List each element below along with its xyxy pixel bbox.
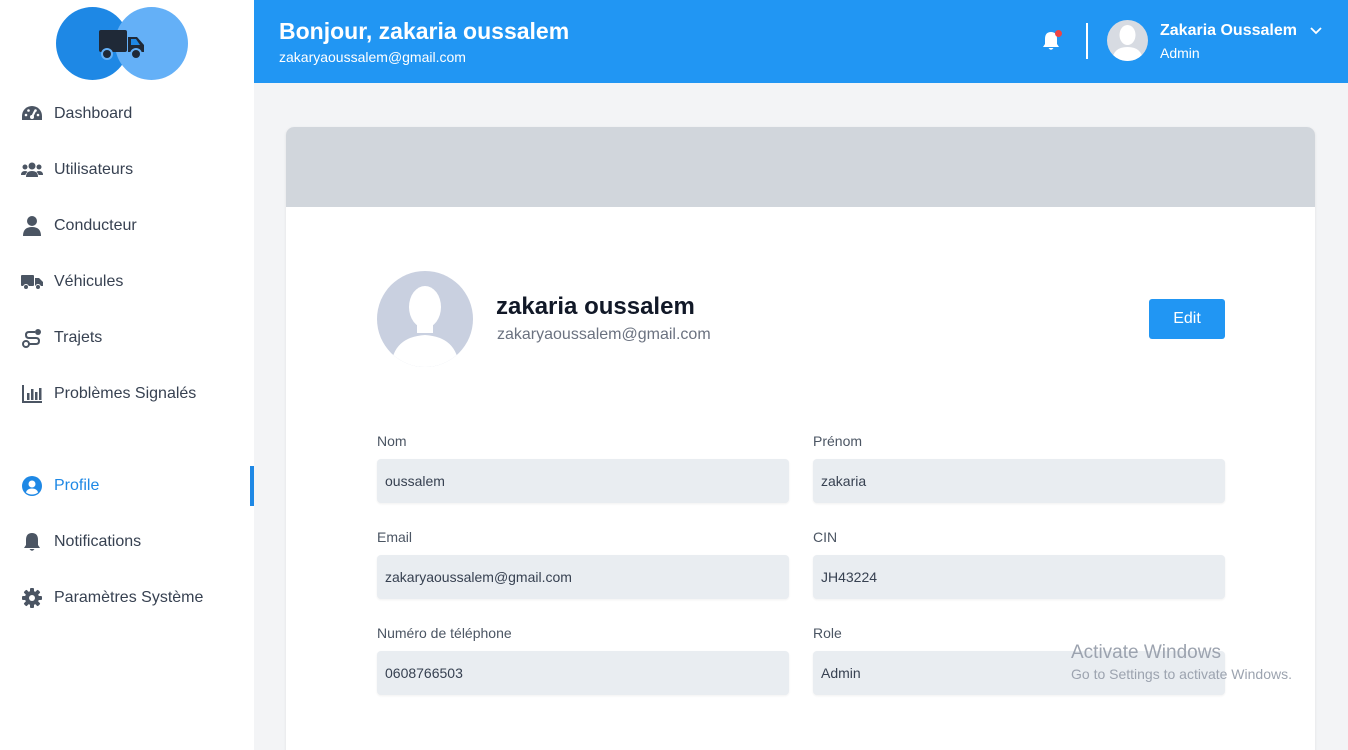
bar-chart-icon — [21, 384, 43, 404]
top-header: Bonjour, zakaria oussalem zakaryaoussale… — [254, 0, 1348, 83]
notification-dot — [1055, 30, 1062, 37]
profile-cover — [286, 127, 1315, 207]
truck-icon — [21, 272, 43, 292]
watermark-title: Activate Windows — [1071, 642, 1221, 663]
sidebar-item-dashboard[interactable]: Dashboard — [0, 94, 254, 134]
sidebar-item-label: Problèmes Signalés — [54, 385, 197, 402]
sidebar-item-conducteur[interactable]: Conducteur — [0, 206, 254, 246]
phone-field[interactable] — [377, 651, 789, 695]
header-user-name[interactable]: Zakaria Oussalem — [1160, 22, 1297, 40]
sidebar-item-trajets[interactable]: Trajets — [0, 318, 254, 358]
nom-label: Nom — [377, 433, 407, 449]
edit-button[interactable]: Edit — [1149, 299, 1225, 339]
profile-avatar — [377, 271, 473, 367]
email-label: Email — [377, 529, 413, 545]
sidebar-item-label: Dashboard — [54, 105, 133, 122]
sidebar-item-label: Profile — [54, 477, 100, 494]
greeting-title: Bonjour, zakaria oussalem — [279, 18, 570, 44]
sidebar-item-label: Trajets — [54, 329, 103, 346]
header-avatar[interactable] — [1107, 20, 1148, 61]
gear-icon — [21, 588, 43, 608]
cin-field[interactable] — [813, 555, 1225, 599]
sidebar: Dashboard Utilisateurs Conducteur Véhicu… — [0, 0, 254, 750]
gauge-icon — [21, 104, 43, 124]
sidebar-item-label: Véhicules — [54, 273, 124, 290]
sidebar-item-label: Notifications — [54, 533, 142, 550]
sidebar-item-label: Paramètres Système — [54, 589, 204, 606]
email-field[interactable] — [377, 555, 789, 599]
sidebar-item-vehicules[interactable]: Véhicules — [0, 262, 254, 302]
sidebar-item-parametres[interactable]: Paramètres Système — [0, 578, 254, 618]
activation-watermark: Activate Windows Go to Settings to activ… — [1071, 642, 1292, 682]
sidebar-item-label: Utilisateurs — [54, 161, 134, 178]
profile-name: zakaria oussalem — [496, 293, 695, 320]
prenom-label: Prénom — [813, 433, 863, 449]
active-indicator — [250, 466, 254, 506]
user-icon — [21, 216, 43, 236]
sidebar-item-notifications[interactable]: Notifications — [0, 522, 254, 562]
logo — [56, 6, 190, 80]
header-divider — [1086, 23, 1088, 59]
prenom-field[interactable] — [813, 459, 1225, 503]
truck-logo-icon — [99, 30, 144, 60]
user-circle-icon — [21, 476, 43, 496]
header-user-role: Admin — [1160, 45, 1200, 61]
users-icon — [21, 160, 43, 180]
sidebar-item-profile[interactable]: Profile — [0, 466, 254, 506]
notification-bell-icon[interactable] — [1042, 29, 1064, 53]
greeting-email: zakaryaoussalem@gmail.com — [279, 49, 466, 65]
sidebar-item-utilisateurs[interactable]: Utilisateurs — [0, 150, 254, 190]
role-label: Role — [813, 625, 842, 641]
profile-email: zakaryaoussalem@gmail.com — [497, 326, 711, 343]
chevron-down-icon[interactable] — [1308, 22, 1324, 38]
cin-label: CIN — [813, 529, 838, 545]
nom-field[interactable] — [377, 459, 789, 503]
route-icon — [21, 328, 43, 348]
phone-label: Numéro de téléphone — [377, 625, 512, 641]
bell-icon — [21, 532, 43, 552]
watermark-subtitle: Go to Settings to activate Windows. — [1071, 666, 1292, 682]
sidebar-item-label: Conducteur — [54, 217, 137, 234]
sidebar-item-problemes[interactable]: Problèmes Signalés — [0, 374, 254, 414]
